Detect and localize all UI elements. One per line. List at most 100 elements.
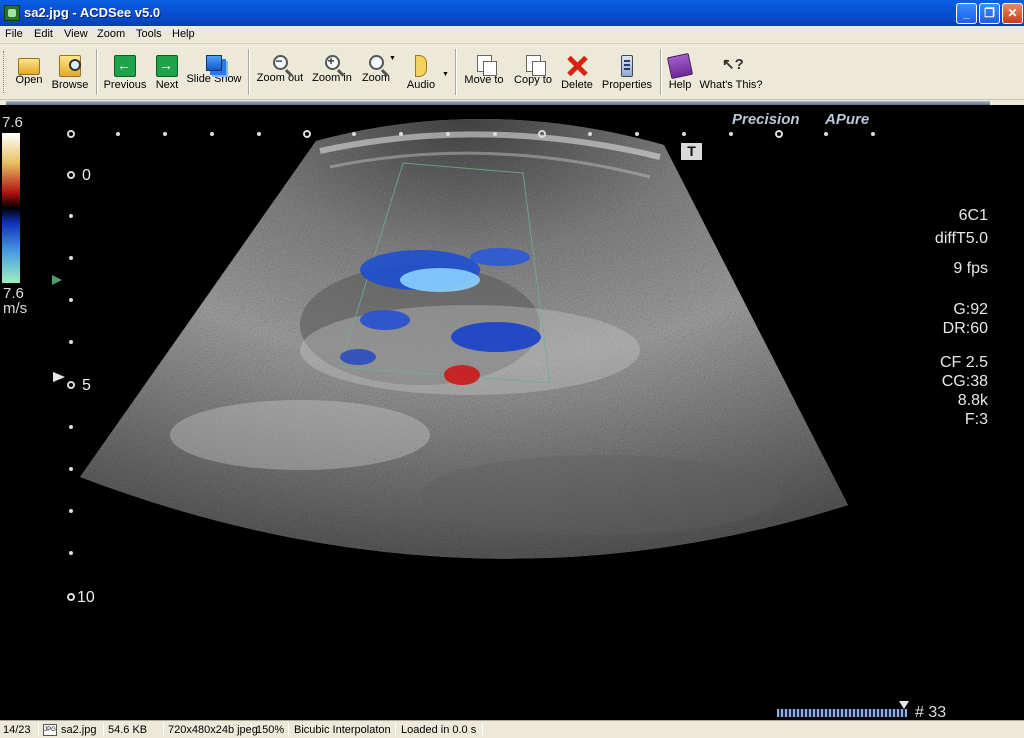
status-filesize: 54.6 KB <box>108 724 148 736</box>
frame-marker-icon <box>899 701 909 709</box>
previous-label: Previous <box>103 79 147 91</box>
maximize-button[interactable]: ❐ <box>979 3 1000 24</box>
zoom-out-icon: − <box>272 54 288 70</box>
zoom-icon <box>368 55 384 70</box>
velocity-scale-min: 7.6 m/s <box>3 286 27 316</box>
audio-button[interactable]: Audio <box>403 49 439 97</box>
move-to-button[interactable]: Move to <box>461 49 507 97</box>
move-to-icon <box>476 55 497 76</box>
param-cf: CF 2.5 <box>939 354 988 371</box>
ultrasound-image <box>2 118 909 709</box>
acdsee-window: sa2.jpg - ACDSee v5.0 _ ❐ ✕ File Edit Vi… <box>0 0 1024 738</box>
browse-button[interactable]: Browse <box>49 49 91 97</box>
minimize-button[interactable]: _ <box>956 3 977 24</box>
param-prf: 8.8k <box>957 392 988 409</box>
t-marker-icon: T <box>681 143 702 160</box>
previous-button[interactable]: Previous <box>101 49 149 97</box>
zoom-in-label: Zoom in <box>312 72 352 84</box>
next-button[interactable]: Next <box>151 49 183 97</box>
param-mode: diffT5.0 <box>934 230 988 247</box>
help-book-icon <box>666 52 694 80</box>
zoom-in-icon: + <box>324 54 340 70</box>
zoom-out-label: Zoom out <box>256 72 304 84</box>
status-image-index: 14/23 <box>3 724 31 736</box>
brand-precision: Precision <box>732 111 800 128</box>
zoom-dropdown-arrow-icon[interactable]: ▼ <box>389 55 396 62</box>
status-divider <box>395 723 396 737</box>
brand-pure: APure <box>825 111 870 128</box>
menu-view[interactable]: View <box>64 28 88 40</box>
status-divider <box>38 723 39 737</box>
focal-zone-marker-icon <box>53 372 65 382</box>
status-zoom: 150% <box>256 724 285 736</box>
status-dimensions: 720x480x24b jpeg <box>168 724 258 736</box>
acdsee-app-icon[interactable] <box>4 5 20 21</box>
zoom-in-button[interactable]: + Zoom in <box>310 49 354 97</box>
toolbar-separator <box>248 49 250 95</box>
close-button[interactable]: ✕ <box>1002 3 1023 24</box>
slide-show-button[interactable]: Slide Show <box>186 49 242 97</box>
param-dr: DR:60 <box>942 320 988 337</box>
open-button[interactable]: Open <box>10 49 48 97</box>
status-divider <box>103 723 104 737</box>
depth-label-10: 10 <box>77 589 95 606</box>
slide-show-label: Slide Show <box>186 73 242 85</box>
param-filter: F:3 <box>964 411 988 428</box>
menu-help[interactable]: Help <box>172 28 195 40</box>
speaker-icon <box>415 55 427 77</box>
param-fps: 9 fps <box>953 260 988 277</box>
toolbar-grip[interactable] <box>3 51 6 93</box>
menu-file[interactable]: File <box>5 28 23 40</box>
copy-to-icon <box>525 55 546 76</box>
toolbar-separator <box>96 49 98 95</box>
help-label: Help <box>668 79 692 91</box>
delete-x-icon <box>566 55 588 77</box>
delete-label: Delete <box>561 79 593 91</box>
status-divider <box>163 723 164 737</box>
menu-edit[interactable]: Edit <box>34 28 53 40</box>
image-viewer[interactable]: 7.6 7.6 m/s Precision APure 0 5 10 T 6C1 … <box>0 105 1024 720</box>
param-cg: CG:38 <box>941 373 988 390</box>
focus-marker-icon <box>52 275 62 285</box>
toolbar-separator <box>455 49 457 95</box>
whats-this-label: What's This? <box>699 79 763 91</box>
param-gain: G:92 <box>953 301 988 318</box>
depth-label-5: 5 <box>82 377 91 394</box>
status-bar: 14/23 JPG sa2.jpg 54.6 KB 720x480x24b jp… <box>0 720 1024 738</box>
status-load-time: Loaded in 0.0 s <box>401 724 477 736</box>
open-label: Open <box>15 74 43 86</box>
browse-label: Browse <box>51 79 89 91</box>
window-title: sa2.jpg - ACDSee v5.0 <box>24 5 161 20</box>
audio-dropdown-arrow-icon[interactable]: ▼ <box>442 71 449 78</box>
whats-this-button[interactable]: ↖? What's This? <box>699 49 763 97</box>
status-divider <box>288 723 289 737</box>
velocity-scale-max: 7.6 <box>2 114 23 131</box>
title-bar[interactable]: sa2.jpg - ACDSee v5.0 _ ❐ ✕ <box>0 0 1024 26</box>
properties-label: Properties <box>601 79 653 91</box>
next-arrow-icon <box>156 55 178 77</box>
status-filename: sa2.jpg <box>61 724 97 736</box>
whats-this-pointer-icon: ↖? <box>722 56 744 73</box>
zoom-out-button[interactable]: − Zoom out <box>254 49 306 97</box>
properties-button[interactable]: Properties <box>600 49 654 97</box>
left-depth-dots <box>67 171 75 601</box>
menu-tools[interactable]: Tools <box>136 28 162 40</box>
main-toolbar: Open Browse Previous Next Slide Show − Z… <box>0 45 1024 100</box>
copy-to-button[interactable]: Copy to <box>511 49 555 97</box>
status-interpolation: Bicubic Interpolaton <box>294 724 391 736</box>
jpeg-file-icon: JPG <box>43 724 57 736</box>
help-button[interactable]: Help <box>666 49 694 97</box>
cine-frame-bar <box>777 709 907 717</box>
velocity-color-bar <box>2 133 20 283</box>
velocity-scale-unit: m/s <box>3 300 28 317</box>
depth-label-0: 0 <box>82 167 91 184</box>
param-probe: 6C1 <box>958 207 988 224</box>
browse-icon <box>59 55 81 77</box>
next-label: Next <box>155 79 179 91</box>
previous-arrow-icon <box>114 55 136 77</box>
properties-icon <box>621 55 633 77</box>
status-divider <box>251 723 252 737</box>
open-folder-icon <box>18 58 40 75</box>
delete-button[interactable]: Delete <box>559 49 595 97</box>
menu-zoom[interactable]: Zoom <box>97 28 125 40</box>
